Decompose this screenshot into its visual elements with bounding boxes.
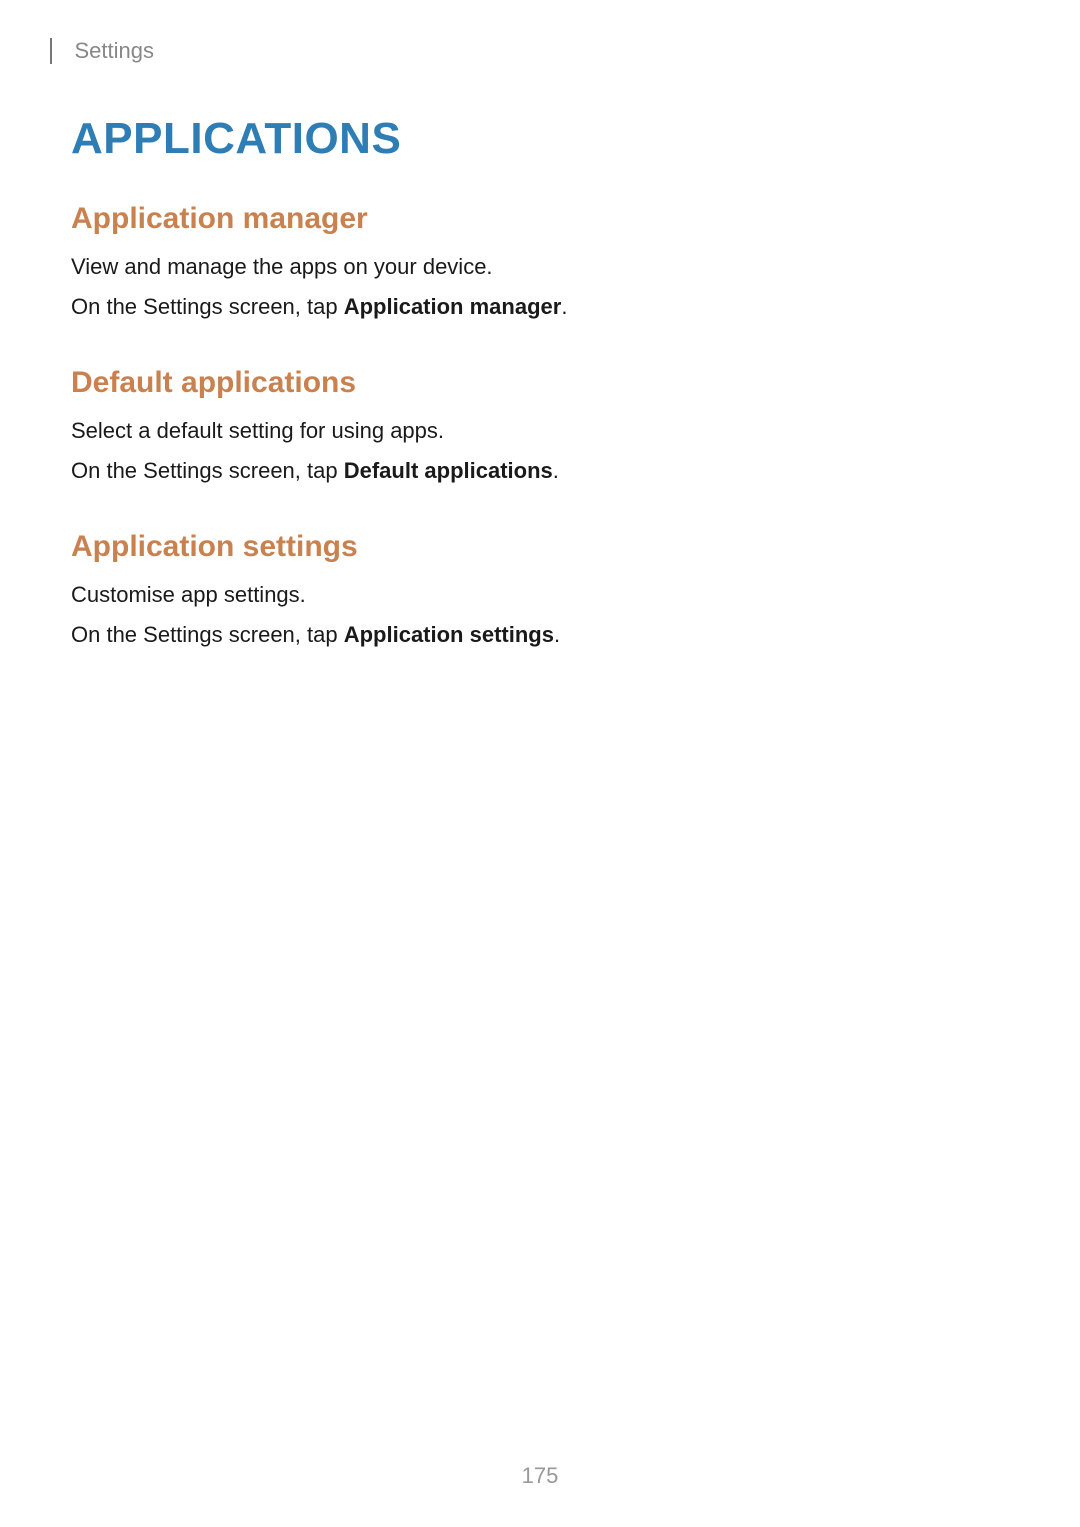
section-application-manager: Application manager View and manage the … bbox=[71, 202, 1000, 324]
text-prefix: On the Settings screen, tap bbox=[71, 458, 344, 483]
breadcrumb: Settings bbox=[74, 38, 154, 63]
text-bold: Application settings bbox=[344, 622, 554, 647]
page-content: APPLICATIONS Application manager View an… bbox=[0, 64, 1080, 653]
text-suffix: . bbox=[561, 294, 567, 319]
header-divider-icon bbox=[50, 38, 52, 64]
section-heading: Default applications bbox=[71, 366, 1000, 400]
section-body-line: Customise app settings. bbox=[71, 578, 1000, 612]
page-number: 175 bbox=[0, 1463, 1080, 1489]
text-suffix: . bbox=[553, 458, 559, 483]
text-suffix: . bbox=[554, 622, 560, 647]
text-bold: Default applications bbox=[344, 458, 553, 483]
text-prefix: On the Settings screen, tap bbox=[71, 622, 344, 647]
section-heading: Application manager bbox=[71, 202, 1000, 236]
section-application-settings: Application settings Customise app setti… bbox=[71, 530, 1000, 652]
section-body-line: On the Settings screen, tap Application … bbox=[71, 618, 1000, 652]
section-heading: Application settings bbox=[71, 530, 1000, 564]
section-body-line: On the Settings screen, tap Application … bbox=[71, 290, 1000, 324]
section-body-line: View and manage the apps on your device. bbox=[71, 250, 1000, 284]
section-body-line: On the Settings screen, tap Default appl… bbox=[71, 454, 1000, 488]
text-bold: Application manager bbox=[344, 294, 562, 319]
section-default-applications: Default applications Select a default se… bbox=[71, 366, 1000, 488]
text-prefix: On the Settings screen, tap bbox=[71, 294, 344, 319]
page-header: Settings bbox=[0, 0, 1080, 64]
section-body-line: Select a default setting for using apps. bbox=[71, 414, 1000, 448]
page-title: APPLICATIONS bbox=[71, 114, 1000, 164]
